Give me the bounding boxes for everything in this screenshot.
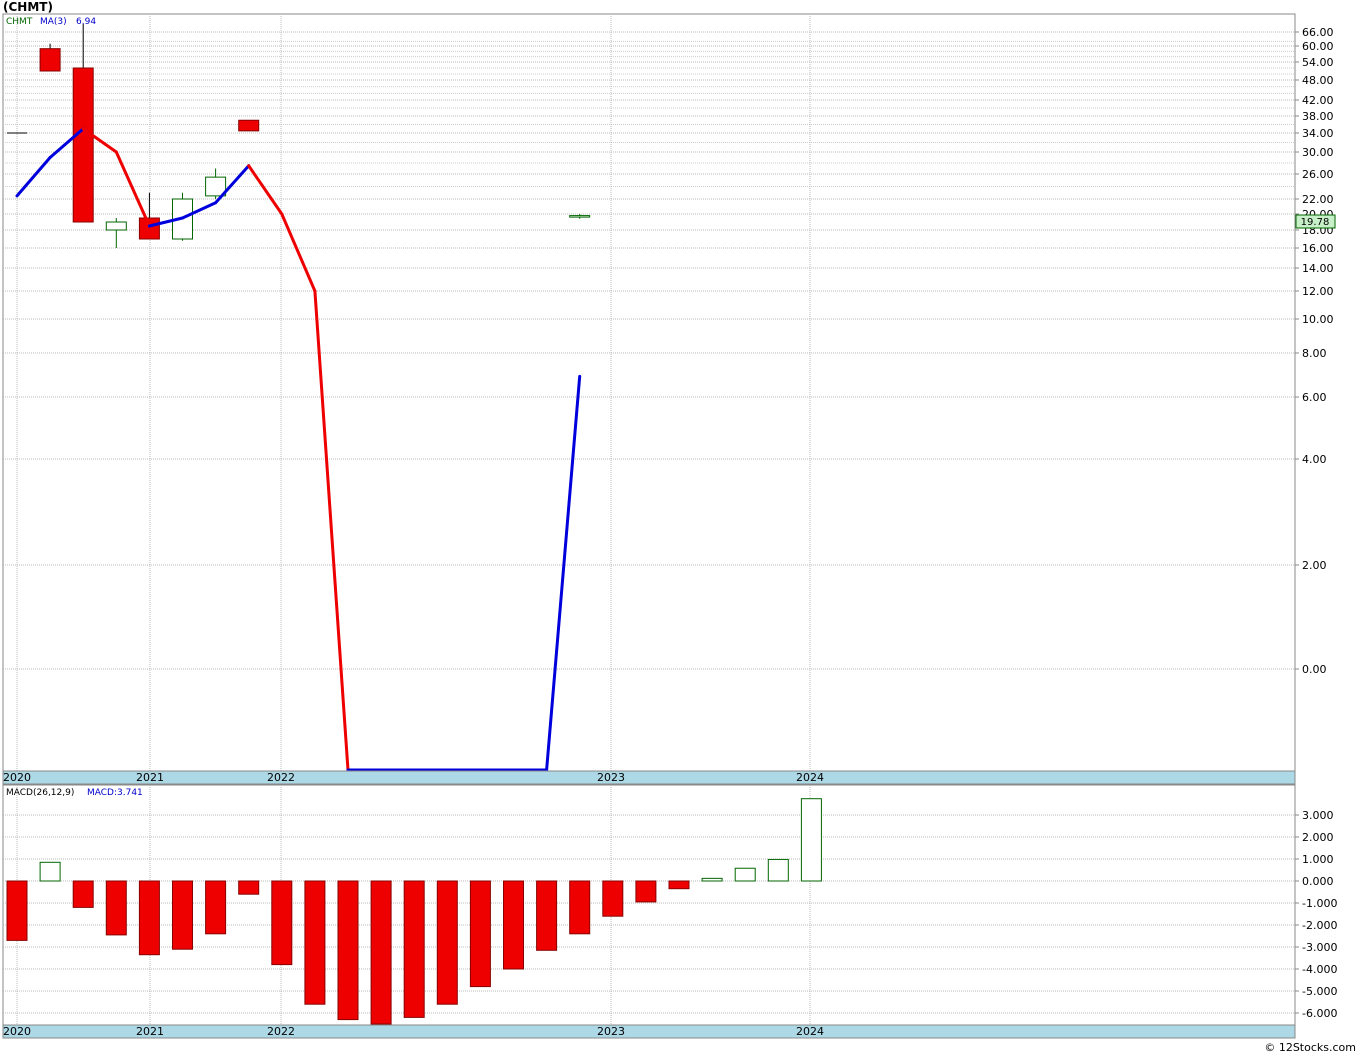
price-x-tick-label: 2023 [597,771,625,784]
price-y-tick-label: 34.00 [1302,127,1334,140]
macd-bar [337,880,359,1021]
price-x-tick-label: 2024 [796,771,824,784]
price-y-tick-label: 22.00 [1302,193,1334,206]
macd-bar [701,877,723,882]
price-panel-frame [2,13,1296,772]
macd-x-tick-label: 2020 [3,1025,31,1038]
macd-legend-value: MACD:3.741 [87,788,143,798]
macd-x-tick-label: 2021 [136,1025,164,1038]
macd-bar [205,880,227,935]
price-y-tick-label: 38.00 [1302,110,1334,123]
candle-body [138,217,160,240]
macd-y-tick-label: -3.000 [1302,941,1337,954]
macd-bar [238,880,260,895]
macd-bar [436,880,458,1005]
macd-x-axis-band [2,1024,1296,1039]
price-x-tick-label: 2020 [3,771,31,784]
macd-y-tick-label: -1.000 [1302,897,1337,910]
macd-bar [172,880,193,950]
last-price-label: 19.78 [1301,217,1330,228]
price-x-tick-label: 2021 [136,771,164,784]
price-y-tick-label: 16.00 [1302,242,1334,255]
macd-y-tick-label: -5.000 [1302,985,1337,998]
macd-bar [503,880,524,970]
macd-bar [602,880,624,917]
copyright-notice: © 12Stocks.com [1264,1041,1356,1054]
price-x-tick-label: 2022 [267,771,295,784]
price-y-tick-label: 12.00 [1302,285,1334,298]
price-y-axis: 66.0060.00 54.00 48.00 42.00 38.00 34.00 30.00… [1295,26,1334,676]
candle-body [39,48,61,72]
price-y-tick-label: 0.00 [1302,663,1327,676]
price-y-tick-label: 60.00 [1302,40,1334,53]
macd-panel-frame [2,784,1296,1026]
candle-body [72,67,94,223]
price-y-tick-label: 66.00 [1302,26,1334,39]
macd-x-tick-label: 2024 [796,1025,824,1038]
macd-legend-label: MACD(26,12,9) [6,788,74,798]
candle-body [238,119,260,132]
macd-bar [72,880,94,908]
macd-bar [105,880,127,936]
chart-canvas: 66.0060.00 54.00 48.00 42.00 38.00 34.00 30.00… [2,13,1337,1039]
macd-bar [734,867,756,882]
price-y-tick-label: 26.00 [1302,168,1334,181]
price-y-tick-label: 14.00 [1302,262,1334,275]
price-y-tick-label: 48.00 [1302,74,1334,87]
macd-bar [403,880,425,1018]
macd-bar [271,880,293,966]
price-y-tick-label: 42.00 [1302,94,1334,107]
macd-y-tick-label: 0.000 [1302,875,1334,888]
macd-y-tick-label: 1.000 [1302,853,1334,866]
macd-bar [668,880,690,890]
price-legend-ma-value: 6.94 [76,17,96,27]
macd-bar [800,798,822,882]
macd-bar [138,880,160,956]
macd-y-tick-label: -6.000 [1302,1007,1337,1020]
macd-bar [304,880,326,1005]
macd-x-tick-label: 2023 [597,1025,625,1038]
macd-bar [469,880,491,988]
macd-x-tick-label: 2022 [267,1025,295,1038]
macd-bar [767,858,789,882]
price-y-tick-label: 54.00 [1302,56,1334,69]
macd-bar [635,880,657,903]
macd-y-axis: 3.000 2.000 1.000 0.000 -1.000 -2.000 -3.000 -4… [1295,809,1337,1020]
price-legend-symbol: CHMT [6,17,33,27]
price-y-tick-label: 30.00 [1302,146,1334,159]
macd-y-tick-label: 2.000 [1302,831,1334,844]
macd-y-tick-label: -4.000 [1302,963,1337,976]
macd-y-tick-label: -2.000 [1302,919,1337,932]
macd-bar [569,880,591,935]
price-y-tick-label: 8.00 [1302,347,1327,360]
price-y-tick-label: 10.00 [1302,313,1334,326]
price-x-axis-band [2,770,1296,785]
macd-bar [370,880,392,1025]
price-y-tick-label: 4.00 [1302,453,1327,466]
macd-y-tick-label: 3.000 [1302,809,1334,822]
macd-bar [536,880,558,951]
macd-bar [39,861,61,882]
price-legend-ma-label: MA(3) [40,17,67,27]
candle-body [105,221,127,231]
macd-bar [6,880,28,941]
candle-body [569,215,591,218]
price-y-tick-label: 2.00 [1302,559,1327,572]
price-y-tick-label: 6.00 [1302,391,1327,404]
